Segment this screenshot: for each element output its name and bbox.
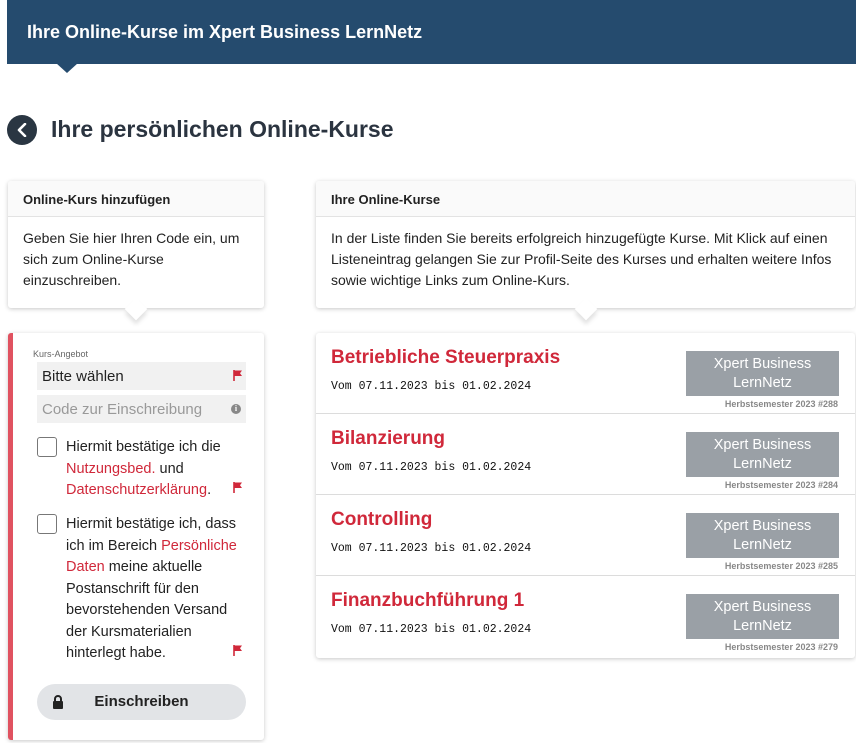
semester-label: Herbstsemester 2023 #279 (724, 642, 838, 652)
provider-badge: Xpert Business LernNetz (686, 351, 839, 396)
page-title: Ihre persönlichen Online-Kurse (51, 116, 394, 142)
course-offer-label: Kurs-Angebot (33, 349, 89, 359)
enroll-button[interactable]: Einschreiben (37, 684, 246, 720)
provider-badge: Xpert Business LernNetz (686, 432, 839, 477)
semester-label: Herbstsemester 2023 #285 (724, 561, 838, 571)
course-title: Controlling (331, 509, 433, 530)
course-dates: Vom 07.11.2023 bis 01.02.2024 (331, 461, 532, 474)
course-offer-select[interactable]: Bitte wählen (37, 362, 246, 390)
course-title: Bilanzierung (331, 428, 446, 449)
add-course-info-card: Online-Kurs hinzufügen Geben Sie hier Ih… (8, 181, 264, 321)
flag-icon (233, 370, 242, 381)
consent-text-part: Hiermit bestätige ich die (66, 439, 221, 455)
course-item[interactable]: Bilanzierung Vom 07.11.2023 bis 01.02.20… (316, 414, 855, 495)
course-item[interactable]: Controlling Vom 07.11.2023 bis 01.02.202… (316, 495, 855, 576)
course-item[interactable]: Betriebliche Steuerpraxis Vom 07.11.2023… (316, 333, 855, 414)
provider-badge: Xpert Business LernNetz (686, 513, 839, 558)
my-courses-info-text: In der Liste finden Sie bereits erfolgre… (331, 230, 832, 288)
privacy-policy-link[interactable]: Datenschutzerklärung (66, 482, 207, 498)
terms-consent-text: Hiermit bestätige ich die Nutzungsbed. u… (66, 437, 251, 502)
banner-pointer (56, 63, 78, 73)
enroll-form: Kurs-Angebot Bitte wählen i Hiermit best… (8, 333, 264, 740)
consent-text-part: . (207, 482, 212, 498)
address-consent-text: Hiermit bestätige ich, dass ich im Berei… (66, 514, 251, 665)
info-icon[interactable]: i (231, 404, 241, 414)
back-button[interactable] (7, 115, 37, 145)
semester-label: Herbstsemester 2023 #288 (724, 399, 838, 409)
course-dates: Vom 07.11.2023 bis 01.02.2024 (331, 542, 532, 555)
course-title: Finanzbuchführung 1 (331, 590, 525, 611)
add-course-info-title: Online-Kurs hinzufügen (8, 181, 264, 217)
enroll-button-label: Einschreiben (94, 693, 189, 710)
my-courses-info-card: Ihre Online-Kurse In der Liste finden Si… (316, 181, 855, 321)
semester-label: Herbstsemester 2023 #284 (724, 480, 838, 490)
add-course-info-text: Geben Sie hier Ihren Code ein, um sich z… (23, 230, 240, 288)
terms-link[interactable]: Nutzungsbed. (66, 461, 155, 477)
provider-badge: Xpert Business LernNetz (686, 594, 839, 639)
flag-icon (233, 645, 242, 656)
course-item[interactable]: Finanzbuchführung 1 Vom 07.11.2023 bis 0… (316, 576, 855, 657)
course-dates: Vom 07.11.2023 bis 01.02.2024 (331, 623, 532, 636)
enrollment-code-input[interactable] (37, 395, 246, 423)
top-banner: Ihre Online-Kurse im Xpert Business Lern… (7, 0, 856, 64)
flag-icon (233, 482, 242, 493)
chevron-left-icon (17, 123, 27, 137)
terms-checkbox[interactable] (37, 437, 57, 457)
consent-text-part: und (155, 460, 184, 477)
address-confirm-checkbox[interactable] (37, 514, 57, 534)
banner-title: Ihre Online-Kurse im Xpert Business Lern… (27, 22, 423, 42)
course-dates: Vom 07.11.2023 bis 01.02.2024 (331, 380, 532, 393)
course-title: Betriebliche Steuerpraxis (331, 347, 561, 368)
my-courses-info-title: Ihre Online-Kurse (316, 181, 855, 217)
course-list: Betriebliche Steuerpraxis Vom 07.11.2023… (316, 333, 855, 658)
